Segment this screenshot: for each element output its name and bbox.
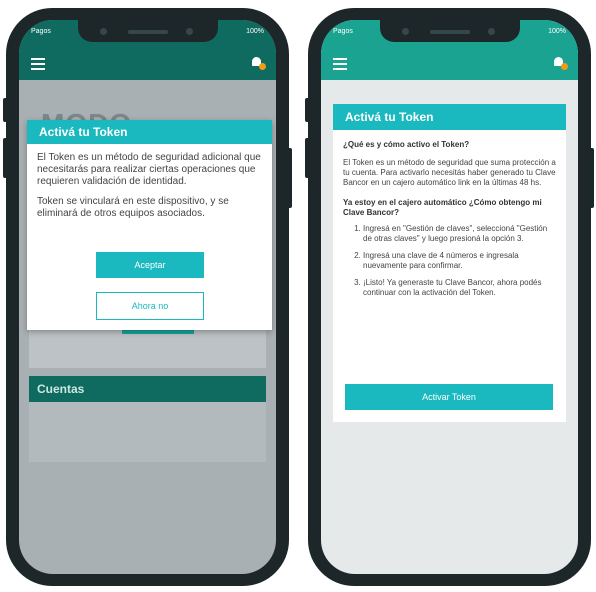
notification-bell-icon[interactable]	[552, 56, 568, 70]
activate-token-button[interactable]: Activar Token	[345, 384, 553, 410]
modal-title: Activá tu Token	[27, 120, 272, 144]
page-title: Activá tu Token	[333, 104, 566, 130]
side-button	[3, 138, 8, 178]
list-item: Ingresá una clave de 4 números e ingresa…	[363, 251, 556, 271]
sensor-dot	[487, 28, 495, 35]
screen-right: Pagos 100% Activá tu Token ¿Qué es y cóm…	[321, 20, 578, 574]
sensor-dot	[185, 28, 193, 35]
carrier-label: Pagos	[31, 28, 51, 35]
paragraph-1: El Token es un método de seguridad que s…	[343, 158, 556, 187]
notch	[77, 20, 218, 42]
steps-list: Ingresá en "Gestión de claves", seleccio…	[333, 224, 566, 298]
accounts-section-title: Cuentas	[29, 376, 266, 402]
speaker-bar	[127, 30, 168, 34]
side-button	[305, 138, 310, 178]
carrier-label: Pagos	[333, 28, 353, 35]
side-button	[305, 98, 310, 122]
speaker-bar	[429, 30, 470, 34]
screen-left: Pagos 100% MODO Cuentas Activá tu Token …	[19, 20, 276, 574]
camera-dot	[99, 28, 107, 35]
notch	[379, 20, 520, 42]
side-button	[589, 148, 594, 208]
notification-bell-icon[interactable]	[250, 56, 266, 70]
accept-button[interactable]: Aceptar	[96, 252, 204, 278]
phone-right: Pagos 100% Activá tu Token ¿Qué es y cóm…	[305, 8, 594, 586]
list-item: Ingresá en "Gestión de claves", seleccio…	[363, 224, 556, 244]
menu-icon[interactable]	[333, 58, 347, 70]
battery-label: 100%	[246, 28, 264, 35]
app-bar	[19, 48, 276, 80]
question-2: Ya estoy en el cajero automático ¿Cómo o…	[343, 198, 542, 217]
battery-label: 100%	[548, 28, 566, 35]
later-button[interactable]: Ahora no	[96, 292, 204, 320]
question-1: ¿Qué es y cómo activo el Token?	[343, 140, 470, 149]
token-info-card: Activá tu Token ¿Qué es y cómo activo el…	[333, 104, 566, 422]
modal-paragraph-2: Token se vinculará en este dispositivo, …	[37, 196, 229, 219]
modal-paragraph-1: El Token es un método de seguridad adici…	[37, 152, 261, 187]
camera-dot	[401, 28, 409, 35]
menu-icon[interactable]	[31, 58, 45, 70]
background-card	[29, 402, 266, 462]
phone-left: Pagos 100% MODO Cuentas Activá tu Token …	[3, 8, 292, 586]
token-modal: Activá tu Token El Token es un método de…	[27, 120, 272, 330]
app-bar	[321, 48, 578, 80]
side-button	[287, 148, 292, 208]
list-item: ¡Listo! Ya generaste tu Clave Bancor, ah…	[363, 278, 556, 298]
side-button	[3, 98, 8, 122]
